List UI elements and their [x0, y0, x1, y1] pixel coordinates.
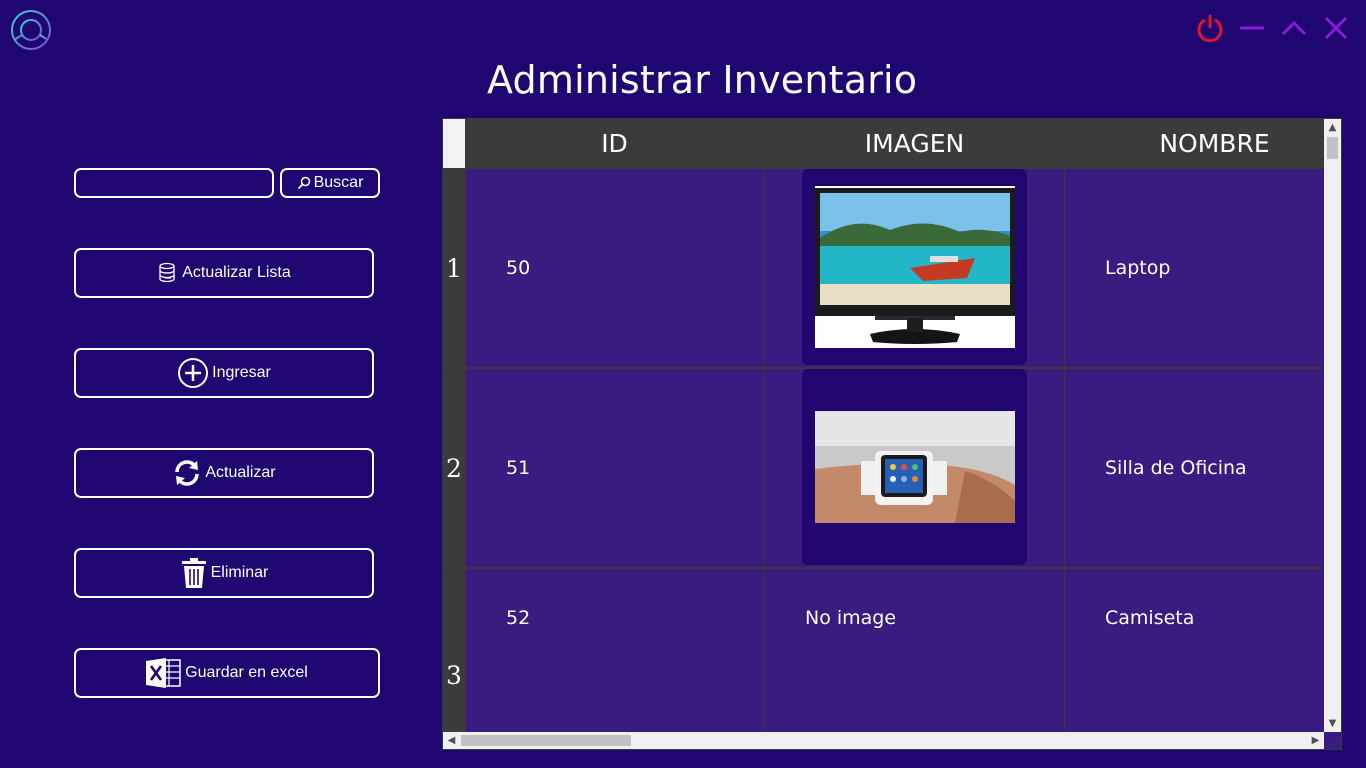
update-label: Actualizar [205, 464, 276, 481]
vertical-scroll-thumb[interactable] [1327, 137, 1338, 159]
row-header[interactable]: 1 [443, 169, 465, 368]
scroll-down-icon[interactable]: ▼ [1324, 715, 1341, 732]
row-header[interactable]: 3 [443, 569, 465, 732]
save-excel-button[interactable]: Guardar en excel [74, 648, 380, 698]
table-cell-image[interactable] [765, 369, 1064, 567]
table-cell-id[interactable]: 51 [466, 369, 764, 567]
cell-nombre-text: Camiseta [1105, 607, 1195, 629]
search-icon [297, 176, 310, 190]
excel-icon [146, 658, 181, 688]
table-cell-image[interactable] [765, 169, 1064, 367]
cell-nombre-text: Laptop [1105, 257, 1171, 279]
search-button-label: Buscar [313, 174, 364, 191]
search-input[interactable] [74, 168, 274, 198]
update-button[interactable]: Actualizar [74, 448, 374, 498]
smartwatch-photo [814, 411, 1015, 523]
table-cell-nombre[interactable]: Camiseta [1065, 569, 1324, 732]
table-cell-nombre[interactable]: Silla de Oficina [1065, 369, 1324, 567]
delete-button[interactable]: Eliminar [74, 548, 374, 598]
scroll-left-icon[interactable]: ◀ [443, 732, 460, 749]
app-logo-icon [10, 9, 52, 51]
cell-id-text: 50 [506, 257, 531, 279]
cell-nombre-text: Silla de Oficina [1105, 457, 1247, 479]
maximize-icon[interactable] [1276, 10, 1312, 46]
table-cell-id[interactable]: 52 [466, 569, 764, 732]
delete-label: Eliminar [210, 564, 269, 581]
table-cell-id[interactable]: 50 [466, 169, 764, 367]
save-excel-label: Guardar en excel [185, 664, 308, 681]
no-image-text: No image [805, 607, 897, 629]
vertical-scrollbar[interactable]: ▲ ▼ [1324, 119, 1341, 732]
table-cell-nombre[interactable]: Laptop [1065, 169, 1324, 367]
inventory-table: ID IMAGEN NOMBRE 1 50 Laptop 2 51 Silla … [442, 118, 1342, 750]
horizontal-scrollbar[interactable]: ◀ ▶ [443, 732, 1324, 749]
database-list-icon [159, 262, 175, 283]
cell-id-text: 51 [506, 457, 531, 479]
power-icon[interactable] [1192, 10, 1228, 46]
table-corner [443, 119, 465, 168]
search-button[interactable]: Buscar [280, 168, 380, 198]
column-header-id[interactable]: ID [465, 119, 764, 168]
scroll-right-icon[interactable]: ▶ [1307, 732, 1324, 749]
window-controls [1192, 10, 1354, 46]
image-frame [802, 369, 1027, 565]
trash-icon [181, 558, 206, 588]
refresh-icon [175, 460, 200, 486]
table-cell-image[interactable]: No image [765, 569, 1064, 732]
scroll-up-icon[interactable]: ▲ [1324, 119, 1341, 136]
page-title: Administrar Inventario [487, 58, 918, 102]
scroll-corner [1324, 732, 1341, 749]
plus-circle-icon [178, 358, 209, 388]
monitor-photo [814, 186, 1015, 348]
column-header-nombre[interactable]: NOMBRE [1065, 119, 1324, 168]
cell-id-text: 52 [506, 607, 531, 629]
column-header-imagen[interactable]: IMAGEN [765, 119, 1064, 168]
image-frame [802, 169, 1027, 365]
refresh-list-label: Actualizar Lista [182, 264, 291, 281]
horizontal-scroll-thumb[interactable] [461, 735, 631, 746]
add-label: Ingresar [212, 364, 271, 381]
minimize-icon[interactable] [1234, 10, 1270, 46]
row-header[interactable]: 2 [443, 369, 465, 568]
add-button[interactable]: Ingresar [74, 348, 374, 398]
close-icon[interactable] [1318, 10, 1354, 46]
refresh-list-button[interactable]: Actualizar Lista [74, 248, 374, 298]
